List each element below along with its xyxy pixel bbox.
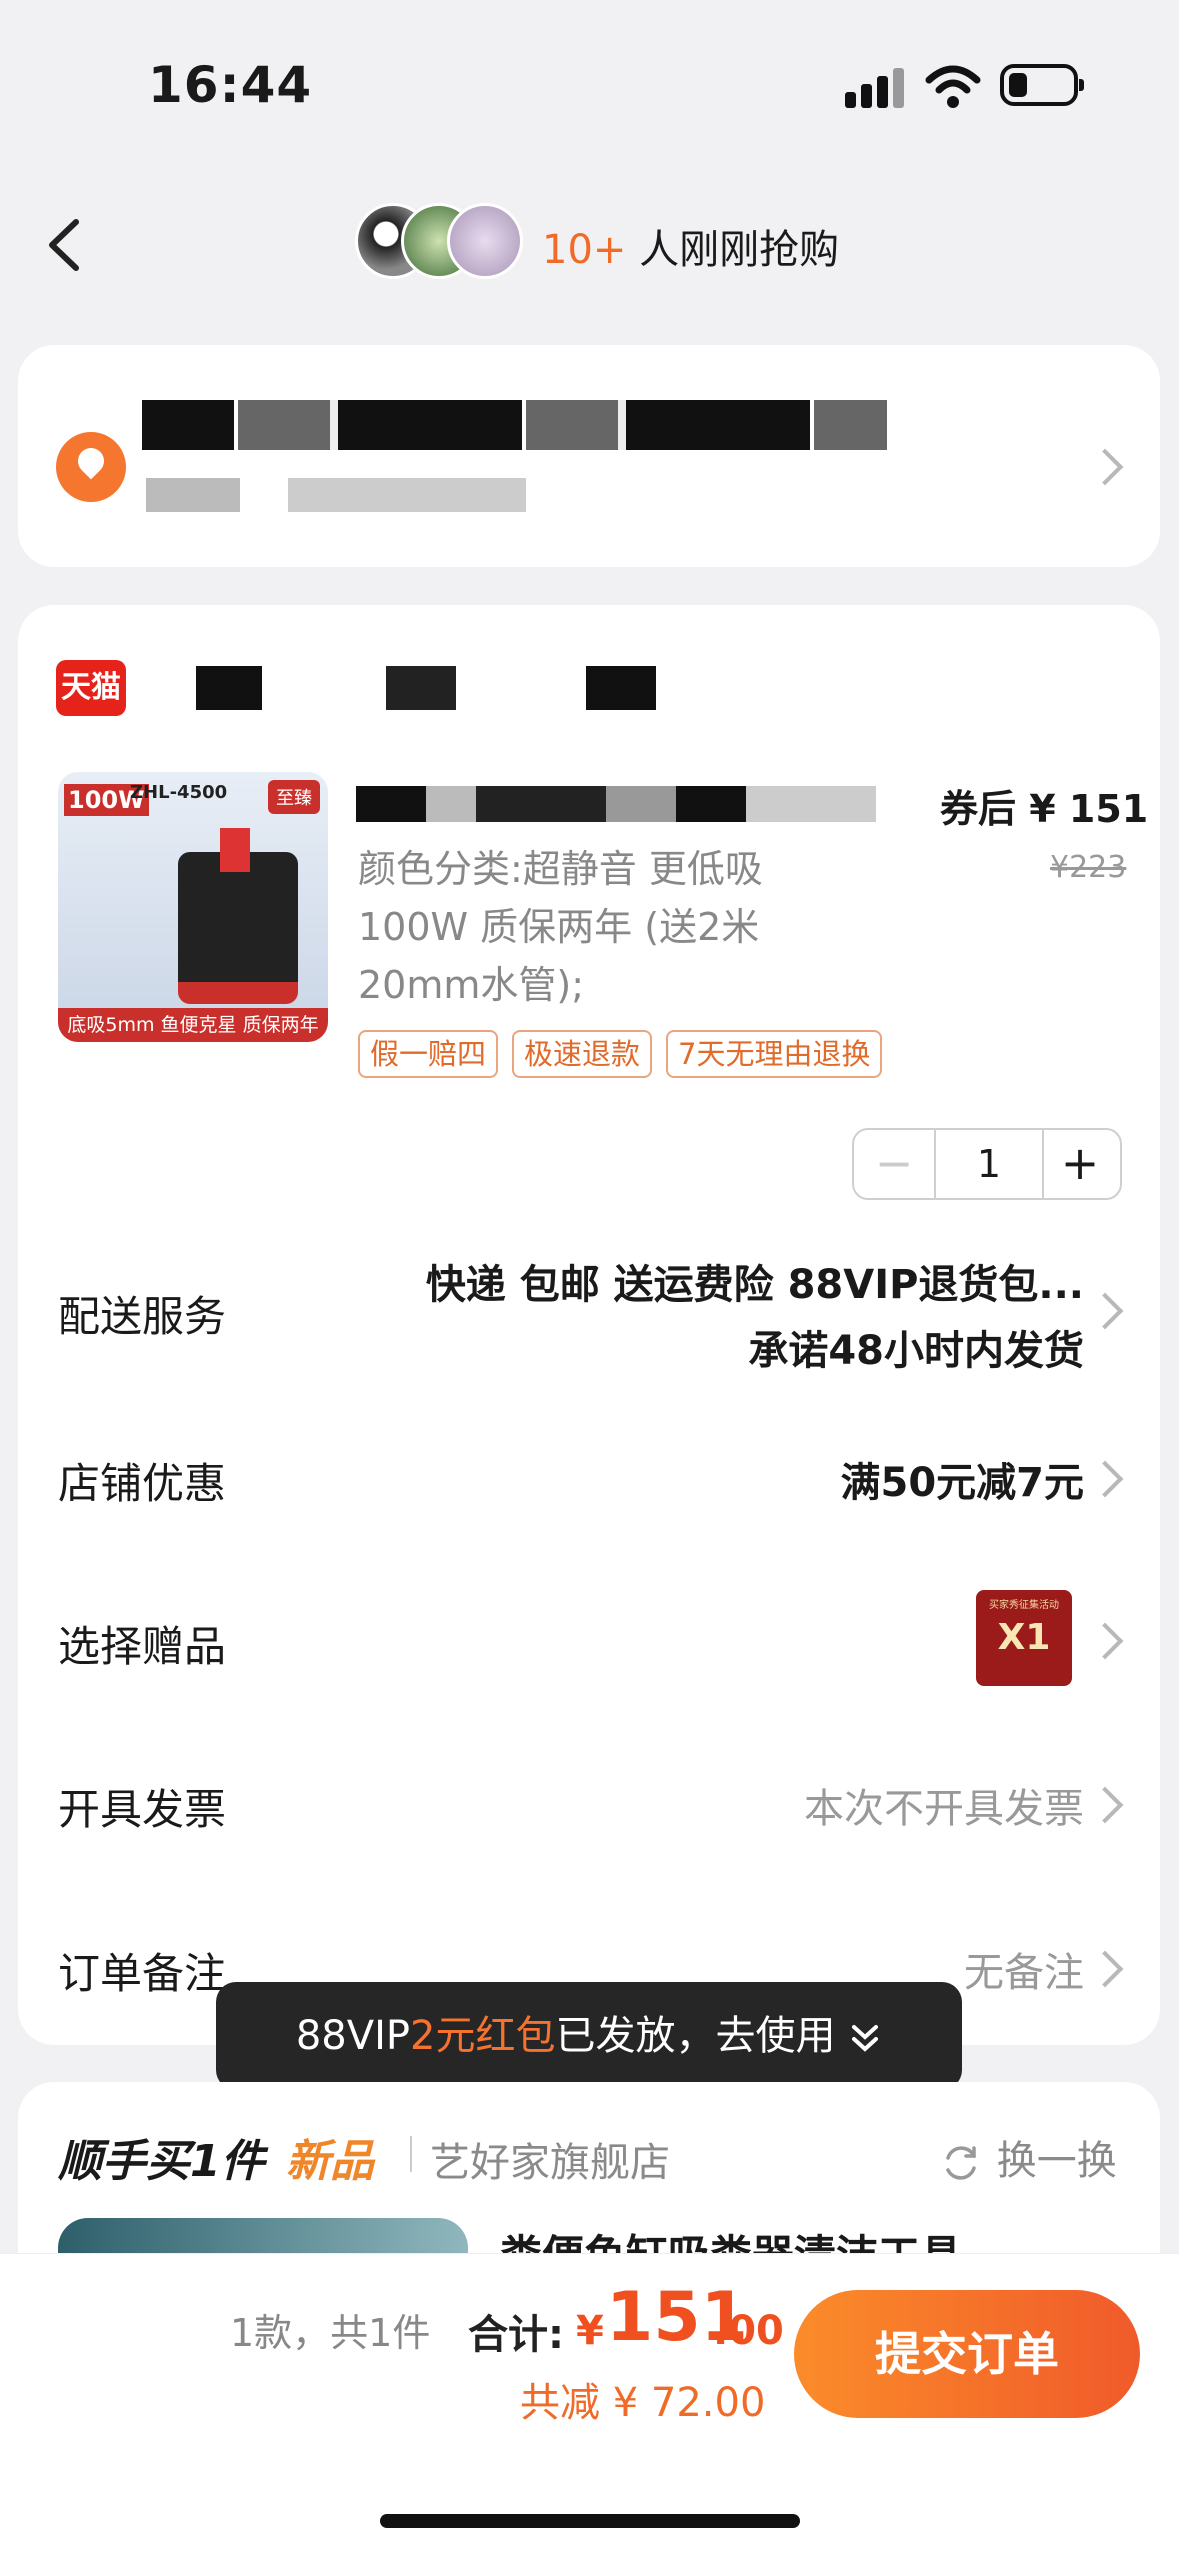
redpacket-toast[interactable]: 88VIP2元红包已发放，去使用	[216, 1982, 962, 2090]
back-arrow-icon[interactable]	[40, 210, 90, 280]
increment-button[interactable]: +	[1040, 1130, 1120, 1198]
product-image-model: ZHL-4500	[130, 782, 228, 803]
tag-fast-refund: 极速退款	[512, 1030, 653, 1078]
total-discount: 共减 ¥ 72.00	[520, 2380, 766, 2426]
tmall-badge: 天猫	[56, 660, 126, 716]
buyers-count: 10+	[542, 227, 627, 273]
address-redacted-line1	[142, 400, 887, 450]
delivery-label: 配送服务	[58, 1292, 227, 1341]
address-redacted-line2	[146, 478, 526, 512]
submit-order-button[interactable]: 提交订单	[794, 2290, 1140, 2418]
product-image[interactable]: 100W ZHL-4500 至臻 底吸5mm 鱼便克星 质保两年	[58, 772, 328, 1042]
toast-suffix: 已发放，去使用	[555, 2013, 836, 2059]
quantity-stepper: − 1 +	[852, 1128, 1122, 1200]
total-label: 合计:	[468, 2312, 564, 2358]
buyers-text: 人刚刚抢购	[639, 227, 840, 273]
buyers-info: 10+ 人刚刚抢购	[542, 217, 839, 275]
decrement-button[interactable]: −	[854, 1130, 934, 1198]
refresh-icon	[946, 2146, 976, 2180]
invoice-label: 开具发票	[58, 1785, 227, 1834]
product-image-caption: 底吸5mm 鱼便克星 质保两年	[58, 1008, 328, 1042]
refresh-label: 换一换	[996, 2138, 1117, 2184]
toast-prefix: 88VIP	[295, 2013, 410, 2059]
buyer-avatars	[355, 203, 535, 283]
gift-image[interactable]: 买家秀征集活动 X1	[976, 1590, 1072, 1686]
shop-name-redacted[interactable]	[196, 666, 656, 710]
price-original: ¥223	[1050, 850, 1127, 885]
addon-title: 顺手买1件	[58, 2136, 265, 2187]
refresh-button[interactable]: 换一换	[938, 2128, 1117, 2186]
chevron-down-icon	[852, 2025, 879, 2052]
order-note-label: 订单备注	[58, 1949, 227, 1998]
address-card[interactable]	[18, 345, 1160, 567]
location-icon	[56, 432, 126, 502]
delivery-value-line2[interactable]: 承诺48小时内发货	[748, 1318, 1084, 1376]
product-image-badge: 至臻	[268, 780, 320, 814]
total-decimal: .00	[713, 2308, 784, 2354]
status-time: 16:44	[148, 56, 313, 114]
addon-shop-name[interactable]: 艺好家旗舰店	[430, 2130, 670, 2188]
home-indicator	[380, 2514, 800, 2528]
divider	[410, 2136, 412, 2172]
tag-7day-return: 7天无理由退换	[666, 1030, 883, 1078]
quantity-value[interactable]: 1	[934, 1130, 1044, 1198]
wifi-icon	[925, 65, 981, 108]
price-after-coupon: 券后 ¥ 151	[940, 778, 1148, 833]
order-note-value[interactable]: 无备注	[964, 1940, 1084, 1998]
total-currency: ¥	[576, 2308, 604, 2354]
price-value: ¥ 151	[1029, 787, 1149, 831]
gift-count: X1	[997, 1617, 1051, 1658]
avatar	[447, 203, 523, 279]
gift-label: 选择赠品	[58, 1622, 227, 1671]
shop-discount-label: 店铺优惠	[58, 1459, 227, 1508]
signal-icon	[845, 66, 905, 108]
battery-icon	[1000, 64, 1084, 106]
addon-new-label: 新品	[286, 2136, 374, 2187]
invoice-value[interactable]: 本次不开具发票	[804, 1776, 1084, 1834]
toast-highlight: 2元红包	[410, 2013, 556, 2059]
product-title-redacted	[356, 786, 876, 822]
product-spec[interactable]: 颜色分类:超静音 更低吸 100W 质保两年 (送2米 20mm水管);	[358, 840, 878, 1014]
delivery-value-line1[interactable]: 快递 包邮 送运费险 88VIP退货包...	[426, 1252, 1084, 1310]
tag-fake-compensation: 假一赔四	[358, 1030, 499, 1078]
order-summary: 1款，共1件	[230, 2311, 431, 2355]
price-prefix: 券后	[940, 787, 1017, 831]
shop-discount-value[interactable]: 满50元减7元	[841, 1450, 1085, 1508]
